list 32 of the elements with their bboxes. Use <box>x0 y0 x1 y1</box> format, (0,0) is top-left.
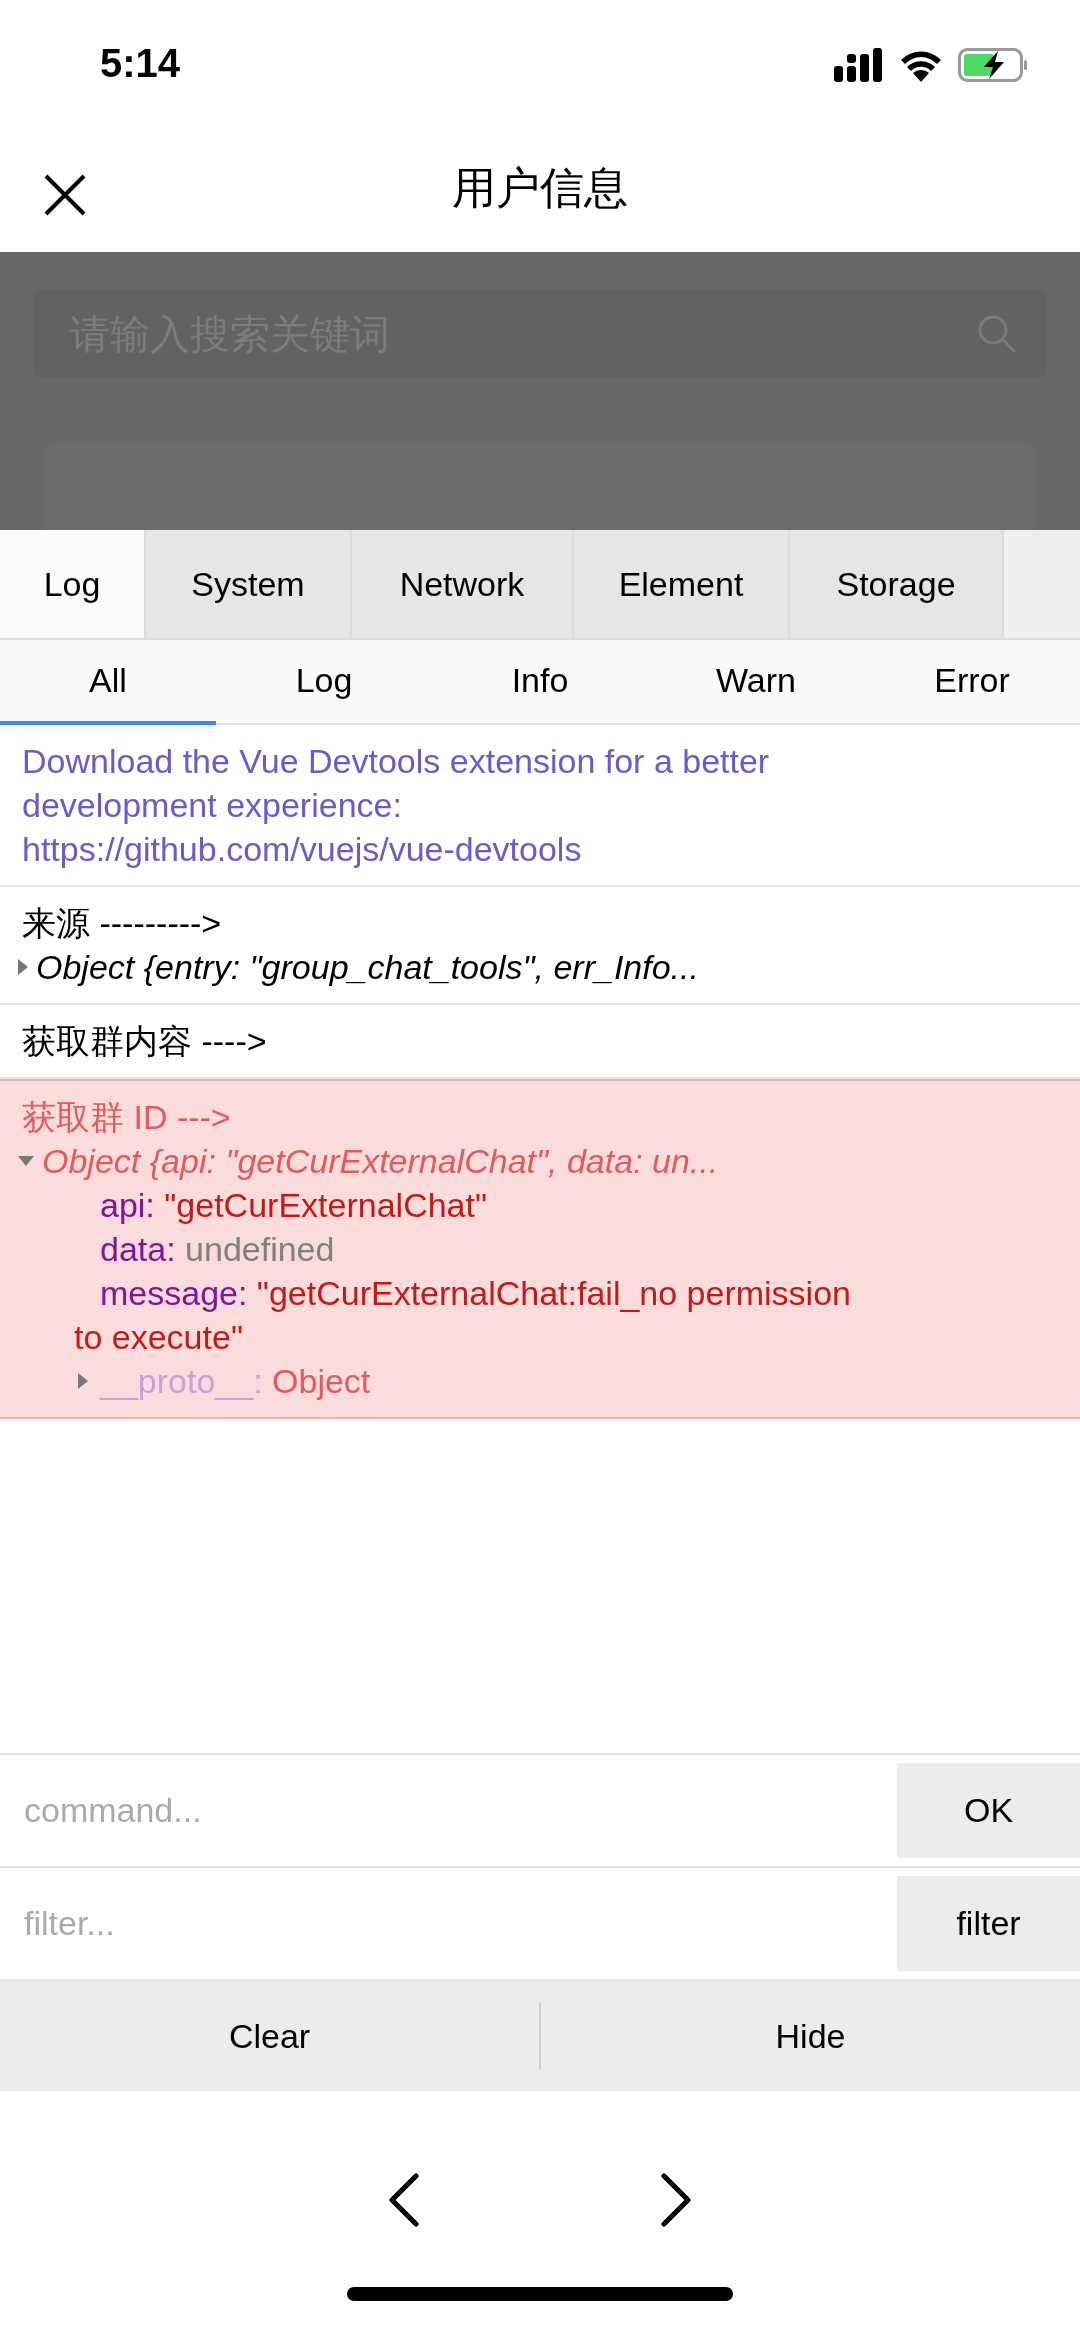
object-property: __proto__: Object <box>100 1361 371 1402</box>
close-icon[interactable] <box>44 174 86 216</box>
console-tab[interactable]: Log <box>0 530 146 638</box>
command-field[interactable]: command... <box>22 1790 875 1831</box>
expand-arrow-icon[interactable] <box>76 1371 90 1391</box>
console-tab[interactable]: System <box>146 530 352 638</box>
console-tab[interactable]: Element <box>574 530 790 638</box>
filter-tab[interactable]: Log <box>216 640 432 725</box>
filter-tab[interactable]: Error <box>864 640 1080 725</box>
forward-icon[interactable] <box>660 2173 692 2227</box>
filter-field[interactable]: filter... <box>22 1903 875 1944</box>
filter-tab[interactable]: Warn <box>648 640 864 725</box>
log-message: 来源 ---------> <box>22 903 223 944</box>
object-property: api: "getCurExternalChat" <box>99 1185 488 1226</box>
log-message: 获取群内容 ----> <box>22 1021 268 1062</box>
expand-arrow-icon[interactable] <box>16 957 30 977</box>
console-tab[interactable]: Storage <box>790 530 1004 638</box>
signal-icon <box>834 48 884 82</box>
back-icon[interactable] <box>388 2173 420 2227</box>
object-property: data: undefined <box>99 1229 336 1270</box>
filter-button[interactable]: filter <box>897 1876 1080 1971</box>
log-message: Download the Vue Devtools extension for a better development experience: https://github.com/vuejs/vue-devtools <box>22 741 771 870</box>
page-title: 用户信息 <box>452 161 628 214</box>
console-tab[interactable]: Network <box>352 530 574 638</box>
filter-tab[interactable]: Info <box>432 640 648 725</box>
battery-icon <box>958 48 1028 82</box>
run-button[interactable]: OK <box>897 1763 1080 1858</box>
object-summary[interactable]: Object {entry: "group_chat_tools", err_Info... <box>36 945 699 989</box>
collapse-arrow-icon[interactable] <box>16 1154 36 1168</box>
status-time: 5:14 <box>100 40 181 86</box>
log-message: 获取群 ID ---> <box>22 1097 232 1138</box>
object-property: message: "getCurExternalChat:fail_no permission to execute" <box>73 1273 852 1358</box>
